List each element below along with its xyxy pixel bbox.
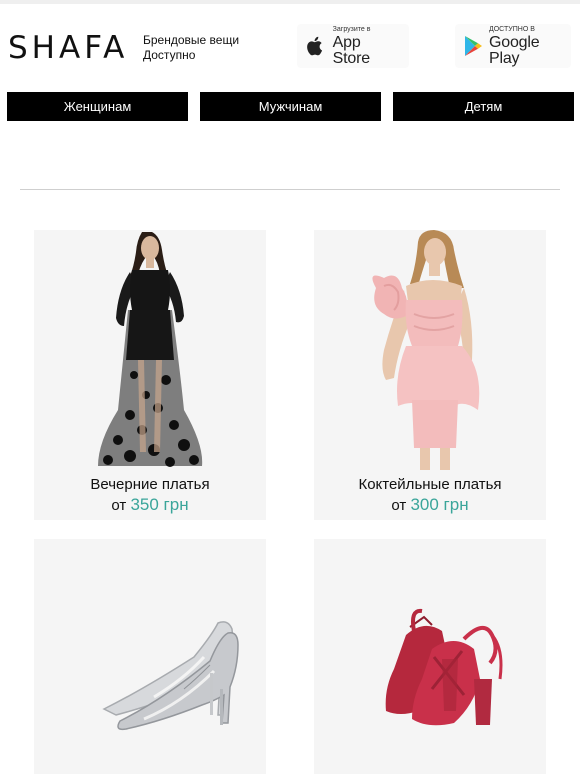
app-store-badge[interactable]: Загрузите в App Store [297, 24, 409, 68]
nav-kids-button[interactable]: Детям [393, 92, 574, 121]
nav-women-button[interactable]: Женщинам [7, 92, 188, 121]
product-caption: Вечерние платья от 350 грн [34, 475, 266, 517]
product-card-silver-pumps[interactable] [34, 539, 266, 774]
price-amount: 300 грн [410, 495, 469, 514]
google-play-small-label: ДОСТУПНО В [489, 25, 535, 33]
product-card-cocktail-dresses[interactable]: Коктейльные платья от 300 грн [314, 230, 546, 520]
product-price: от 350 грн [34, 494, 266, 517]
apple-icon [305, 34, 327, 58]
google-play-label: Google Play [489, 33, 540, 67]
section-divider [20, 189, 560, 190]
tagline: Брендовые вещи Доступно [143, 33, 239, 63]
app-store-small-label: Загрузите в [332, 25, 371, 33]
product-price: от 300 грн [314, 494, 546, 517]
google-play-icon [463, 34, 483, 58]
tagline-line-2: Доступно [143, 48, 196, 62]
app-store-label: App Store [332, 33, 370, 67]
red-sandals-image [385, 608, 503, 726]
category-nav: Женщинам Мужчинам Детям [7, 92, 574, 121]
google-play-badge[interactable]: ДОСТУПНО В Google Play [455, 24, 571, 68]
product-caption: Коктейльные платья от 300 грн [314, 475, 546, 517]
pink-cocktail-dress-image [372, 230, 480, 470]
product-card-evening-dresses[interactable]: Вечерние платья от 350 грн [34, 230, 266, 520]
price-amount: 350 грн [130, 495, 189, 514]
price-prefix: от [391, 497, 407, 514]
header: SHAFA Брендовые вещи Доступно Загрузите … [0, 4, 580, 90]
price-prefix: от [111, 497, 127, 514]
nav-men-button[interactable]: Мужчинам [200, 92, 381, 121]
tagline-line-1: Брендовые вещи [143, 33, 240, 47]
product-title: Вечерние платья [90, 476, 210, 493]
shafa-logo[interactable]: SHAFA [8, 30, 128, 66]
product-title: Коктейльные платья [358, 476, 502, 493]
product-card-red-sandals[interactable] [314, 539, 546, 774]
silver-pumps-image [102, 621, 239, 731]
black-lace-dress-image [98, 232, 203, 467]
